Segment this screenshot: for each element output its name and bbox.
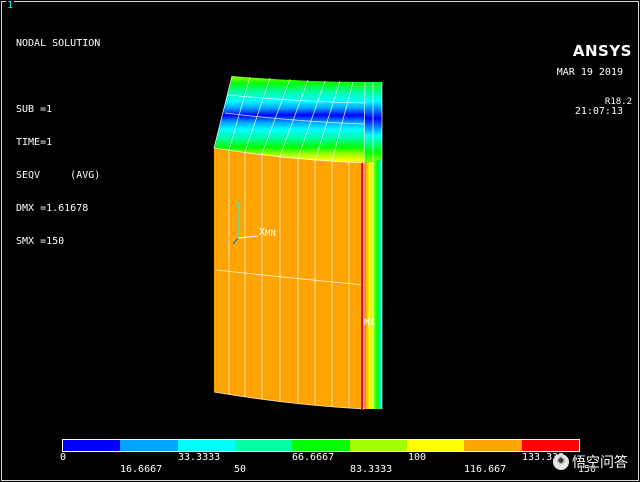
- legend-swatch: [292, 440, 350, 451]
- watermark: ✦ 悟空问答: [553, 452, 628, 472]
- min-marker-label: MN: [265, 229, 276, 239]
- legend-value-116: 116.667: [464, 464, 507, 475]
- legend-swatch: [521, 440, 579, 451]
- legend-value-83: 83.3333: [350, 464, 393, 475]
- legend-swatch: [464, 440, 522, 451]
- legend-value-33: 33.3333: [178, 452, 221, 463]
- legend-value-16: 16.6667: [120, 464, 163, 475]
- legend-value-66: 66.6667: [292, 452, 335, 463]
- triad-y-label: Y: [235, 201, 241, 212]
- legend-value-50: 50: [234, 464, 247, 475]
- legend-value-0: 0: [60, 452, 67, 463]
- max-marker-label: MX: [364, 318, 375, 328]
- legend-value-100: 100: [408, 452, 427, 463]
- front-face: [214, 148, 364, 409]
- legend-swatch: [177, 440, 235, 451]
- legend-swatch: [63, 440, 121, 451]
- legend-swatch: [234, 440, 293, 451]
- legend-swatch: [406, 440, 465, 451]
- fe-model-view[interactable]: Y X MN MX: [0, 0, 640, 482]
- contour-legend-bar: [62, 439, 580, 452]
- legend-swatch: [120, 440, 178, 451]
- watermark-logo-icon: ✦: [553, 454, 569, 470]
- watermark-text: 悟空问答: [572, 455, 628, 471]
- legend-swatch: [349, 440, 407, 451]
